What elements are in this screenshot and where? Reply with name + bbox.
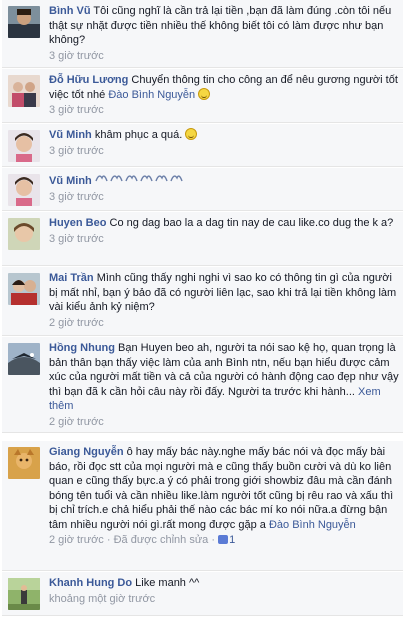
comment-item: Vũ Minh khâm phục a quá. 3 giờ trước [2,124,403,167]
comment-timestamp[interactable]: 3 giờ trước [49,232,399,247]
smile-emoji-icon [198,87,211,100]
commenter-name[interactable]: Bình Vũ [49,5,91,17]
comment-timestamp[interactable]: 2 giờ trước [49,316,399,331]
avatar[interactable] [8,218,40,250]
commenter-name[interactable]: Huyen Beo [49,217,106,229]
comment-item: Mai Trần Mình cũng thấy nghi nghi vì sao… [2,267,403,336]
avatar[interactable] [8,578,40,610]
avatar[interactable] [8,174,40,206]
comment-text: Tôi cũng nghĩ là cần trả lại tiền ,bạn đ… [49,5,392,46]
avatar[interactable] [8,447,40,479]
comment-item: Giang Nguyễn ô hay mấy bác này.nghe mấy … [2,441,403,571]
comment-text: Co ng dag bao la a dag tin nay de cau li… [109,217,394,229]
comment-text: khâm phục a quá. [94,129,183,141]
mention-link[interactable]: Đào Bình Nguyễn [108,89,195,101]
comment-timestamp[interactable]: 3 giờ trước [49,144,399,159]
like-thumb-icon [218,535,229,544]
comment-timestamp[interactable]: 2 giờ trước [49,534,104,546]
comment-text: Mình cũng thấy nghi nghi vì sao ko có th… [49,272,397,313]
commenter-name[interactable]: Đỗ Hữu Lương [49,74,128,86]
comment-feed: Bình Vũ Tôi cũng nghĩ là cần trả lại tiề… [0,0,413,621]
commenter-name[interactable]: Vũ Minh [49,175,92,187]
wave-emoticons-icon [95,175,187,187]
commenter-name[interactable]: Khanh Hung Do [49,577,132,589]
comment-timestamp[interactable]: 2 giờ trước [49,415,399,430]
comment-timestamp[interactable]: 3 giờ trước [49,49,399,64]
mention-link[interactable]: Đào Bình Nguyễn [269,519,356,531]
comment-item: Vũ Minh 3 giờ trước [2,168,403,211]
edited-label[interactable]: Đã được chỉnh sửa [114,534,209,546]
avatar[interactable] [8,130,40,162]
smile-emoji-icon [185,128,198,140]
comment-meta-row: 2 giờ trước · Đã được chỉnh sửa · 1 [49,534,236,546]
comment-timestamp[interactable]: khoảng một giờ trước [49,592,399,607]
commenter-name[interactable]: Hồng Nhung [49,342,115,354]
comment-text: Like manh ^^ [135,577,200,589]
comment-item: Bình Vũ Tôi cũng nghĩ là cần trả lại tiề… [2,0,403,68]
commenter-name[interactable]: Vũ Minh [49,129,92,141]
comment-item: Huyen Beo Co ng dag bao la a dag tin nay… [2,212,403,266]
comment-item: Khanh Hung Do Like manh ^^ khoảng một gi… [2,572,403,616]
avatar[interactable] [8,343,40,375]
comment-item: Hồng Nhung Bạn Huyen beo ah, người ta nó… [2,337,403,433]
commenter-name[interactable]: Giang Nguyễn [49,446,124,458]
like-count[interactable]: 1 [229,534,235,546]
comment-item: Đỗ Hữu Lương Chuyển thông tin cho công a… [2,69,403,123]
avatar[interactable] [8,75,40,107]
commenter-name[interactable]: Mai Trần [49,272,94,284]
comment-timestamp[interactable]: 3 giờ trước [49,103,399,118]
avatar[interactable] [8,6,40,38]
avatar[interactable] [8,273,40,305]
comment-timestamp[interactable]: 3 giờ trước [49,190,399,205]
